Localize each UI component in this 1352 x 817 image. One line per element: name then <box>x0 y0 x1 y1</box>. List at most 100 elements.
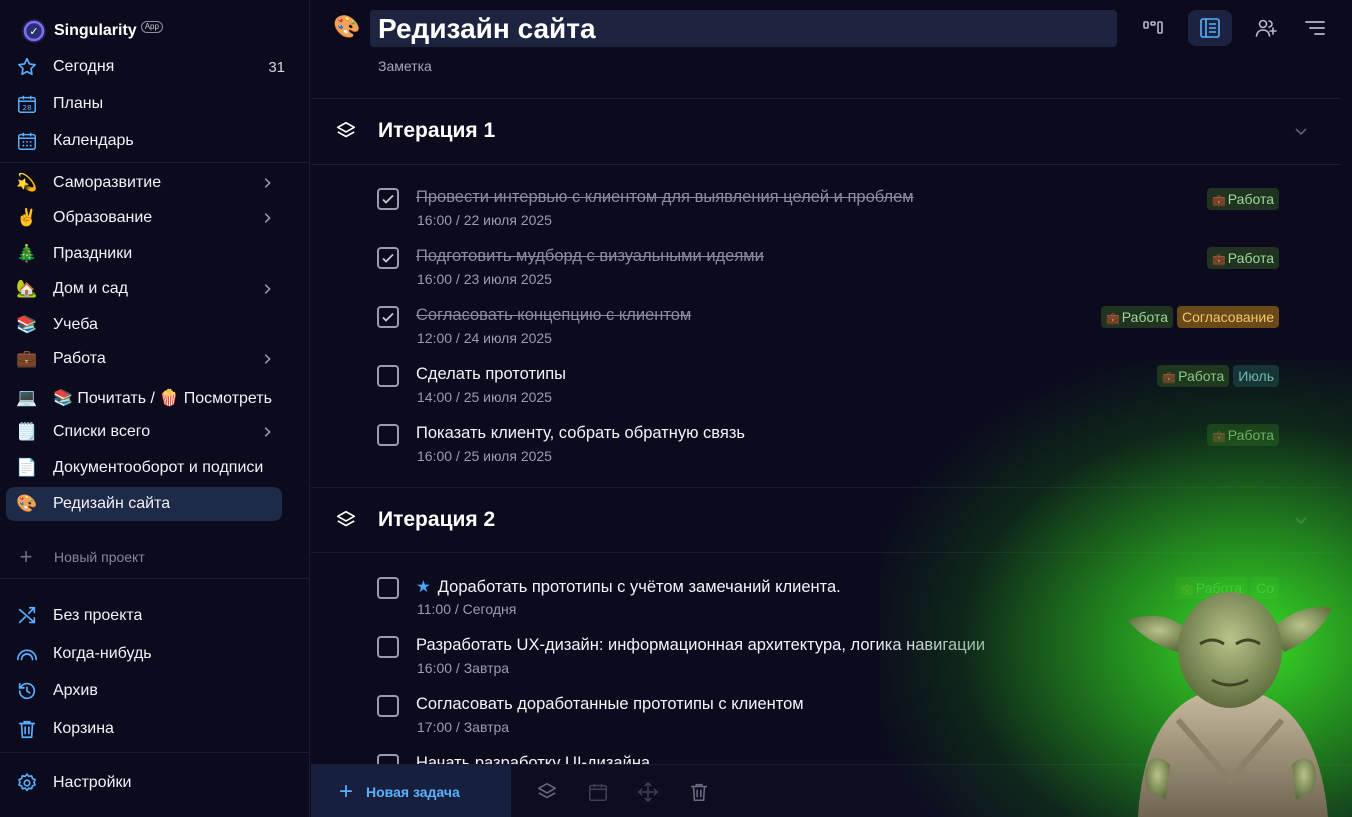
today-count: 31 <box>268 58 285 76</box>
sidebar-project-lists[interactable]: 🗒️ Списки всего <box>6 415 282 449</box>
sidebar-item-label: Учеба <box>53 316 98 333</box>
task-title[interactable]: Согласовать концепцию с клиентом <box>416 306 691 325</box>
task-checkbox[interactable] <box>377 306 399 328</box>
project-note[interactable]: Заметка <box>378 58 432 74</box>
task-row[interactable]: Сделать прототипы 14:00 / 25 июля 2025 💼… <box>311 363 1341 415</box>
layers-icon[interactable] <box>536 781 558 803</box>
plus-icon: + <box>19 544 33 569</box>
task-checkbox[interactable] <box>377 695 399 717</box>
sidebar-project-study[interactable]: 📚 Учеба <box>6 308 282 342</box>
sidebar-item-calendar[interactable]: Календарь <box>6 124 282 158</box>
task-checkbox[interactable] <box>377 365 399 387</box>
tag-agreement[interactable]: Согласование <box>1177 306 1279 328</box>
sidebar-project-documents[interactable]: 📄 Документооборот и подписи <box>6 451 282 485</box>
tag-label: Работа <box>1227 250 1274 266</box>
task-title[interactable]: Сделать прототипы <box>416 365 566 384</box>
sidebar-project-work[interactable]: 💼 Работа <box>6 342 282 376</box>
sidebar-project-read-watch[interactable]: 💻 📚 Почитать / 🍿 Посмотреть <box>6 381 282 415</box>
section-divider <box>311 164 1341 165</box>
tag-work[interactable]: 💼 Работа <box>1101 306 1173 328</box>
palette-icon[interactable]: 🎨 <box>333 15 361 43</box>
section-header-iteration-1[interactable]: Итерация 1 <box>311 99 1341 163</box>
task-row[interactable]: Согласовать концепцию с клиентом 12:00 /… <box>311 304 1341 356</box>
task-checkbox[interactable] <box>377 636 399 658</box>
rainbow-icon <box>16 643 38 665</box>
task-title[interactable]: Провести интервью с клиентом для выявлен… <box>416 188 914 207</box>
tag-work[interactable]: 💼 Работа <box>1207 188 1279 210</box>
add-user-icon <box>1255 19 1277 37</box>
sidebar: ✓ Singularity App Сегодня 31 28 Планы Ка… <box>0 0 310 817</box>
dizzy-icon: 💫 <box>16 173 38 193</box>
new-task-button[interactable]: + Новая задача <box>311 765 511 817</box>
chevron-right-icon[interactable] <box>260 425 274 439</box>
sidebar-project-website-redesign[interactable]: 🎨 Редизайн сайта <box>6 487 282 521</box>
task-tags: 💼 Работа <box>1207 188 1279 210</box>
task-row[interactable]: Провести интервью с клиентом для выявлен… <box>311 186 1341 238</box>
calendar-icon[interactable] <box>587 781 609 803</box>
shuffle-icon <box>16 605 38 627</box>
task-date: 14:00 / 25 июля 2025 <box>417 389 552 405</box>
move-icon[interactable] <box>637 781 659 803</box>
task-title[interactable]: Показать клиенту, собрать обратную связь <box>416 424 745 443</box>
sidebar-item-settings[interactable]: Настройки <box>6 766 282 800</box>
sidebar-item-archive[interactable]: Архив <box>6 674 282 708</box>
notepad-icon: 🗒️ <box>16 422 38 442</box>
sidebar-item-label: Дом и сад <box>53 280 128 297</box>
sidebar-project-home-garden[interactable]: 🏡 Дом и сад <box>6 272 282 306</box>
task-tags: 💼 Работа Июль <box>1157 365 1279 387</box>
task-title[interactable]: Подготовить мудборд с визуальными идеями <box>416 247 764 266</box>
sidebar-item-someday[interactable]: Когда-нибудь <box>6 637 282 671</box>
trash-icon[interactable] <box>688 781 710 803</box>
chevron-right-icon[interactable] <box>260 211 274 225</box>
sidebar-item-label: Редизайн сайта <box>53 495 171 512</box>
sidebar-item-trash[interactable]: Корзина <box>6 712 282 746</box>
sidebar-item-plans[interactable]: 28 Планы <box>6 87 282 121</box>
chevron-right-icon[interactable] <box>260 176 274 190</box>
task-checkbox[interactable] <box>377 247 399 269</box>
task-date: 11:00 / Сегодня <box>417 601 517 617</box>
sidebar-item-label: Без проекта <box>53 607 143 624</box>
sidebar-item-label: Настройки <box>53 774 132 791</box>
section-header-iteration-2[interactable]: Итерация 2 <box>311 488 1341 552</box>
new-project-button[interactable]: + Новый проект <box>16 545 145 569</box>
project-title-input[interactable]: Редизайн сайта <box>370 10 1117 47</box>
sort-menu-button[interactable] <box>1293 10 1337 46</box>
check-icon <box>382 312 394 322</box>
task-title[interactable]: Разработать UX-дизайн: информационная ар… <box>416 636 985 655</box>
share-users-button[interactable] <box>1244 10 1288 46</box>
gear-icon <box>16 772 38 794</box>
calendar-day-icon: 28 <box>16 93 38 115</box>
task-checkbox[interactable] <box>377 188 399 210</box>
sidebar-item-today[interactable]: Сегодня 31 <box>6 50 285 84</box>
chevron-down-icon[interactable] <box>1293 512 1309 528</box>
sidebar-project-education[interactable]: ✌️ Образование <box>6 201 282 235</box>
chevron-down-icon[interactable] <box>1293 123 1309 139</box>
brand[interactable]: ✓ Singularity App <box>22 17 163 45</box>
sidebar-item-no-project[interactable]: Без проекта <box>6 599 282 633</box>
kanban-view-button[interactable] <box>1131 10 1175 46</box>
sidebar-project-self-development[interactable]: 💫 Саморазвитие <box>6 166 282 200</box>
list-view-button[interactable] <box>1188 10 1232 46</box>
task-checkbox[interactable] <box>377 577 399 599</box>
task-row[interactable]: Подготовить мудборд с визуальными идеями… <box>311 245 1341 297</box>
chevron-right-icon[interactable] <box>260 352 274 366</box>
sidebar-project-holidays[interactable]: 🎄 Праздники <box>6 237 282 271</box>
task-title[interactable]: ★ Доработать прототипы с учётом замечаний… <box>416 577 841 597</box>
christmas-tree-icon: 🎄 <box>16 244 38 264</box>
task-row[interactable]: Показать клиенту, собрать обратную связь… <box>311 422 1341 474</box>
check-icon <box>382 253 394 263</box>
tag-work[interactable]: 💼 Работа <box>1207 424 1279 446</box>
tag-label: Работа <box>1227 191 1274 207</box>
task-title[interactable]: Согласовать доработанные прототипы с кли… <box>416 695 804 714</box>
tag-label: Работа <box>1121 309 1168 325</box>
sidebar-item-label: Корзина <box>53 720 114 737</box>
tag-work[interactable]: 💼 Работа <box>1207 247 1279 269</box>
briefcase-icon: 💼 <box>1162 371 1177 384</box>
history-icon <box>16 680 38 702</box>
tag-work[interactable]: 💼 Работа <box>1157 365 1230 387</box>
kanban-icon <box>1143 21 1163 34</box>
task-checkbox[interactable] <box>377 424 399 446</box>
tag-july[interactable]: Июль <box>1233 365 1279 387</box>
task-date: 12:00 / 24 июля 2025 <box>417 330 552 346</box>
chevron-right-icon[interactable] <box>260 282 274 296</box>
